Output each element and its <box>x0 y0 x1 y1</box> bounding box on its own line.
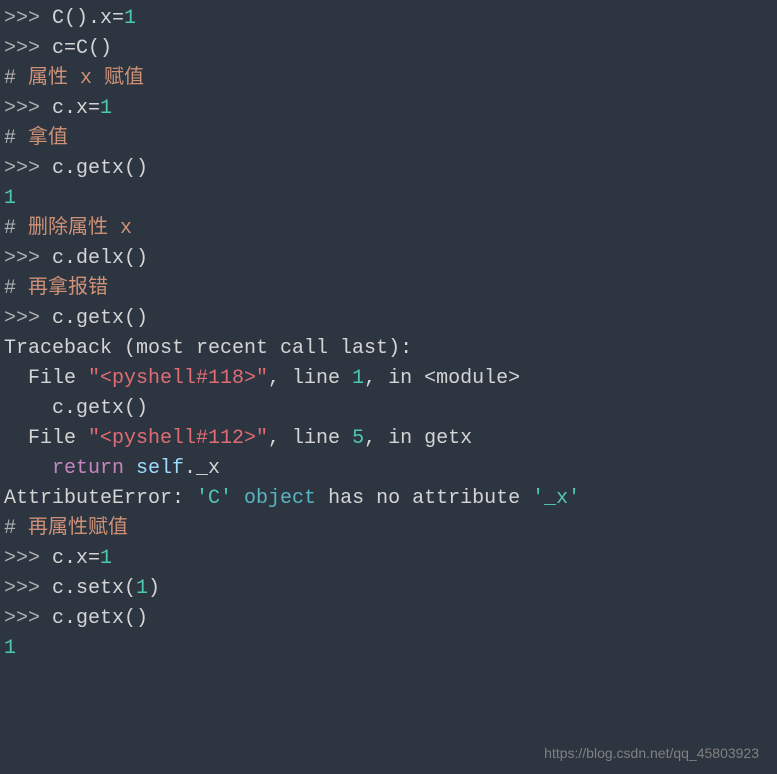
line-11: >>> c.getx() <box>4 304 773 334</box>
line-2: >>> c=C() <box>4 34 773 64</box>
line-9: >>> c.delx() <box>4 244 773 274</box>
line-12-traceback: Traceback (most recent call last): <box>4 334 773 364</box>
line-10: # 再拿报错 <box>4 274 773 304</box>
line-6: >>> c.getx() <box>4 154 773 184</box>
line-17-error: AttributeError: 'C' object has no attrib… <box>4 484 773 514</box>
line-4: >>> c.x=1 <box>4 94 773 124</box>
line-3: # 属性 x 赋值 <box>4 64 773 94</box>
line-5: # 拿值 <box>4 124 773 154</box>
line-7: 1 <box>4 184 773 214</box>
line-20: >>> c.setx(1) <box>4 574 773 604</box>
line-18: # 再属性赋值 <box>4 514 773 544</box>
watermark: https://blog.csdn.net/qq_45803923 <box>544 743 759 764</box>
line-1: >>> C().x=1 <box>4 4 773 34</box>
code-block: >>> C().x=1 >>> c=C() # 属性 x 赋值 >>> c.x=… <box>4 4 773 664</box>
line-15: File "<pyshell#112>", line 5, in getx <box>4 424 773 454</box>
line-22: 1 <box>4 634 773 664</box>
line-14: c.getx() <box>4 394 773 424</box>
line-8: # 删除属性 x <box>4 214 773 244</box>
line-13: File "<pyshell#118>", line 1, in <module… <box>4 364 773 394</box>
line-21: >>> c.getx() <box>4 604 773 634</box>
line-19: >>> c.x=1 <box>4 544 773 574</box>
line-16: return self._x <box>4 454 773 484</box>
